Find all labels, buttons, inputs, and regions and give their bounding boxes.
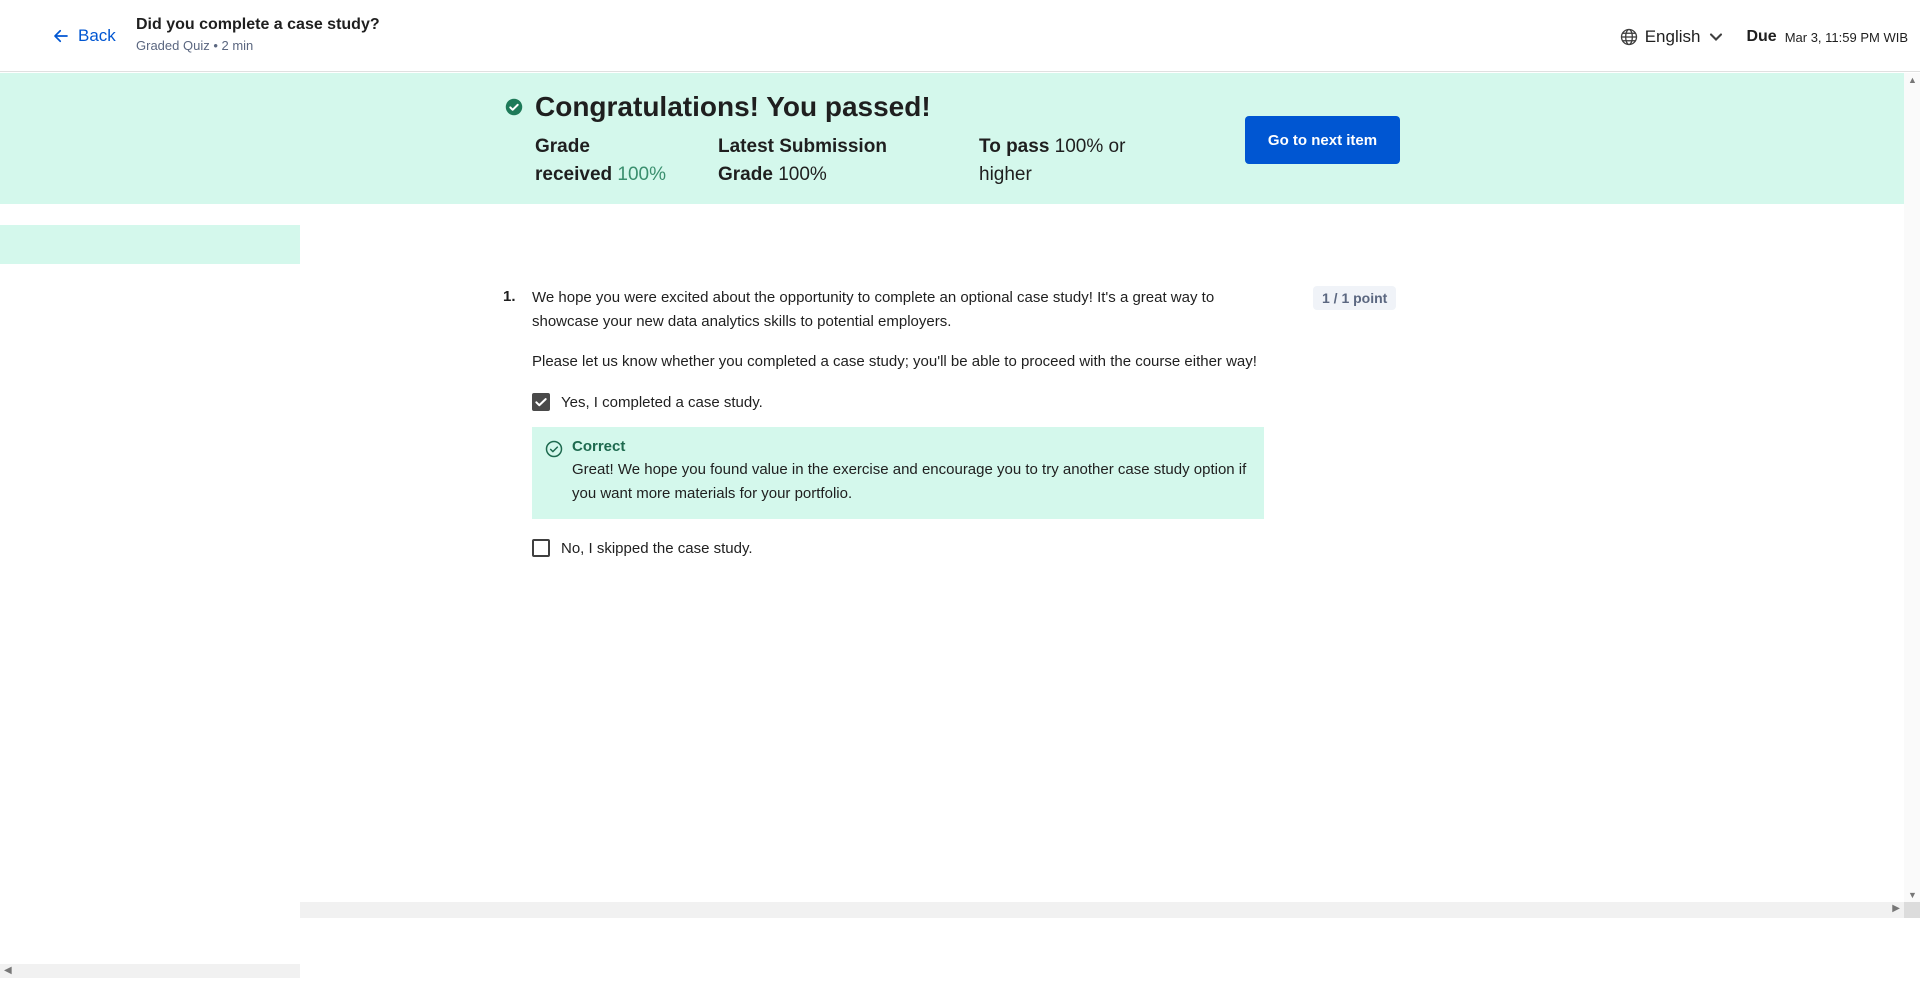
latest-label-line2: Grade (718, 164, 773, 185)
title-block: Did you complete a case study? Graded Qu… (136, 16, 380, 53)
option-yes[interactable]: Yes, I completed a case study. (532, 393, 763, 411)
feedback-status: Correct (572, 438, 626, 455)
check-circle-outline-icon (545, 440, 563, 458)
option-yes-checkbox[interactable] (532, 393, 550, 411)
scroll-right-icon[interactable]: ▶ (1892, 903, 1900, 914)
feedback-correct: Correct Great! We hope you found value i… (532, 427, 1264, 519)
due-label: Due (1746, 28, 1777, 45)
scroll-down-icon[interactable]: ▼ (1908, 890, 1917, 900)
left-horizontal-scrollbar[interactable]: ◀ (0, 964, 300, 978)
grade-received: Grade received 100% (535, 133, 666, 189)
scroll-up-icon[interactable]: ▲ (1908, 75, 1917, 85)
option-no-checkbox[interactable] (532, 539, 550, 557)
pass-requirement: To pass 100% or higher (979, 133, 1125, 189)
main-vertical-scrollbar[interactable]: ▲ ▼ (1904, 73, 1920, 902)
points-badge: 1 / 1 point (1313, 286, 1397, 310)
question-number: 1. (503, 288, 516, 305)
pass-banner: Congratulations! You passed! Grade recei… (0, 73, 1904, 204)
checkmark-icon (535, 398, 547, 407)
language-selector[interactable]: English (1619, 27, 1727, 47)
grade-label-line1: Grade (535, 136, 590, 157)
question-instruction: Please let us know whether you completed… (532, 353, 1257, 370)
page-subtitle: Graded Quiz • 2 min (136, 38, 254, 53)
banner-title: Congratulations! You passed! (535, 91, 931, 122)
top-right-controls: English Due Mar 3, 11:59 PM WIB (1619, 24, 1908, 50)
back-label: Back (78, 26, 116, 45)
pass-value-line1: 100% or (1054, 136, 1126, 157)
question-text: We hope you were excited about the oppor… (532, 289, 1215, 330)
chevron-down-icon (1710, 33, 1723, 41)
pass-value-line2: higher (979, 164, 1032, 185)
grade-value: 100% (617, 164, 667, 185)
grade-label-line2: received (535, 164, 613, 185)
main-horizontal-scrollbar[interactable]: ▶ (300, 902, 1904, 918)
scrollbar-corner (1904, 902, 1920, 918)
check-circle-filled-icon (505, 98, 523, 116)
pass-label: To pass (979, 136, 1050, 157)
due-date: Mar 3, 11:59 PM WIB (1784, 29, 1908, 45)
go-to-next-item-button[interactable]: Go to next item (1245, 116, 1400, 164)
option-no[interactable]: No, I skipped the case study. (532, 539, 753, 557)
question-body: We hope you were excited about the oppor… (532, 286, 1272, 390)
latest-submission-grade: Latest Submission Grade 100% (718, 133, 887, 189)
top-bar: Back Did you complete a case study? Grad… (0, 0, 1920, 72)
arrow-left-icon (54, 29, 68, 43)
option-yes-label: Yes, I completed a case study. (561, 393, 763, 411)
back-button[interactable]: Back (52, 22, 116, 50)
page-title: Did you complete a case study? (136, 16, 380, 33)
latest-value: 100% (778, 164, 827, 185)
language-label: English (1644, 27, 1701, 46)
option-no-label: No, I skipped the case study. (561, 539, 753, 557)
feedback-text: Great! We hope you found value in the ex… (572, 461, 1247, 502)
scroll-left-icon[interactable]: ◀ (4, 965, 12, 976)
globe-icon (1620, 28, 1637, 46)
left-panel-highlight (0, 225, 300, 264)
latest-label-line1: Latest Submission (718, 136, 887, 157)
